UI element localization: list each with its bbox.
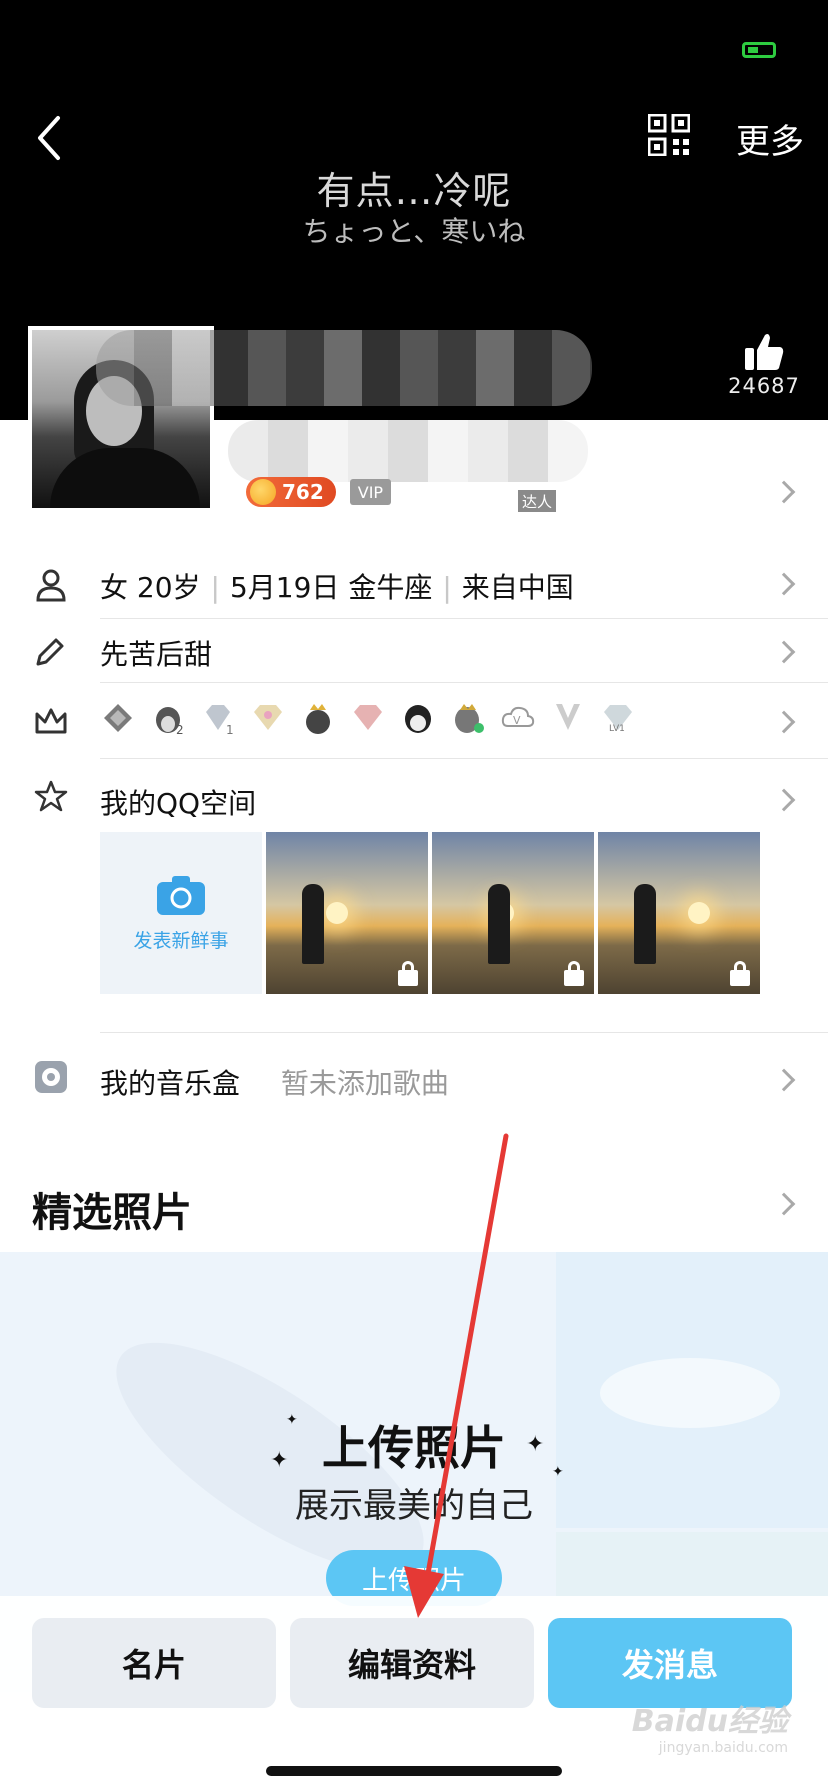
daren-badge: 达人 [518, 490, 557, 512]
music-status: 暂未添加歌曲 [280, 1067, 449, 1100]
badge-row[interactable]: 762 VIP [246, 476, 392, 508]
coin-icon [250, 479, 276, 505]
diamond-lv-medal-icon: LV1 [604, 705, 632, 734]
location: 来自中国 [461, 571, 574, 604]
pink-diamond-medal-icon [354, 705, 382, 730]
lock-icon [730, 961, 750, 986]
music-row[interactable]: 我的音乐盒 暂未添加歌曲 [0, 1040, 828, 1112]
crown-icon [35, 708, 67, 734]
chevron-right-icon [772, 710, 796, 734]
chevron-right-icon [772, 572, 796, 596]
lock-icon [564, 961, 584, 986]
vip-badge: VIP [349, 479, 392, 505]
qzone-photo[interactable] [432, 832, 594, 994]
coin-level: 762 [282, 480, 324, 504]
qzone-title: 我的QQ空间 [100, 787, 257, 820]
card-button[interactable]: 名片 [32, 1618, 276, 1708]
qzone-row[interactable]: 我的QQ空间 [0, 760, 828, 832]
qr-code-icon[interactable] [648, 114, 690, 156]
watermark-brand: Baidu经验 [631, 1704, 788, 1739]
more-button[interactable]: 更多 [736, 114, 804, 163]
cover-caption-line1: 有点…冷呢 [316, 169, 512, 213]
blurred-nickname [96, 330, 592, 406]
medal-list: 2 1 V LV1 [100, 700, 636, 736]
penguin-medal-icon: 2 [156, 707, 184, 736]
chevron-right-icon [772, 788, 796, 812]
qzone-photo[interactable] [598, 832, 760, 994]
like-button[interactable]: 24687 [724, 332, 804, 398]
upload-title: 上传照片 [322, 1421, 506, 1475]
blurred-account [228, 420, 588, 482]
svg-text:1: 1 [226, 723, 234, 736]
music-icon [35, 1061, 67, 1093]
chevron-right-icon[interactable] [772, 480, 796, 504]
gender-age: 女 20岁 [100, 571, 201, 604]
diamond-heart-medal-icon [254, 705, 282, 730]
upload-subtitle: 展示最美的自己 [295, 1486, 533, 1526]
lock-icon [398, 961, 418, 986]
edit-profile-button[interactable]: 编辑资料 [290, 1618, 534, 1708]
watermark-logo: Baidu经验 jingyan.baidu.com [632, 1696, 788, 1756]
person-icon [36, 569, 66, 602]
penguin-face-medal-icon [405, 705, 431, 733]
chevron-right-icon [772, 640, 796, 664]
suit-medal-icon [556, 704, 580, 730]
send-message-button[interactable]: 发消息 [548, 1618, 792, 1708]
watermark-domain: jingyan.baidu.com [658, 1740, 788, 1756]
thumbs-up-icon [745, 334, 784, 370]
coin-level-badge[interactable]: 762 [246, 477, 336, 507]
birthday: 5月19日 金牛座 [229, 571, 433, 604]
like-count: 24687 [728, 374, 800, 398]
qzone-photo-grid: 发表新鲜事 [100, 832, 760, 994]
featured-photos-title: 精选照片 [32, 1190, 192, 1236]
cover-caption-line2: ちょっと、寒いね [302, 215, 526, 248]
chevron-right-icon[interactable] [772, 1192, 796, 1216]
post-new-label: 发表新鲜事 [133, 929, 229, 952]
crown-penguin-medal-icon [306, 704, 330, 734]
medal-icon [104, 704, 132, 732]
chevron-right-icon [772, 1068, 796, 1092]
penguin-green-medal-icon [455, 704, 484, 733]
music-title: 我的音乐盒 [100, 1067, 241, 1100]
back-icon[interactable] [30, 112, 70, 164]
diamond-medal-icon: 1 [206, 705, 234, 736]
svg-text:LV1: LV1 [609, 724, 625, 734]
camera-icon [157, 875, 205, 915]
cloud-v-medal-icon: V [501, 706, 535, 727]
battery-icon [742, 42, 776, 58]
star-icon [34, 780, 68, 812]
qzone-photo[interactable] [266, 832, 428, 994]
svg-text:V: V [513, 714, 521, 727]
signature-row[interactable]: 先苦后甜 [0, 620, 828, 684]
svg-text:2: 2 [176, 723, 184, 736]
post-new-button[interactable]: 发表新鲜事 [100, 832, 262, 994]
info-row[interactable]: 女 20岁 | 5月19日 金牛座 | 来自中国 [0, 550, 828, 620]
pencil-icon [36, 638, 64, 666]
home-indicator[interactable] [266, 1766, 562, 1776]
signature-text: 先苦后甜 [100, 638, 213, 671]
bottom-action-bar: 名片 编辑资料 发消息 [0, 1596, 828, 1792]
